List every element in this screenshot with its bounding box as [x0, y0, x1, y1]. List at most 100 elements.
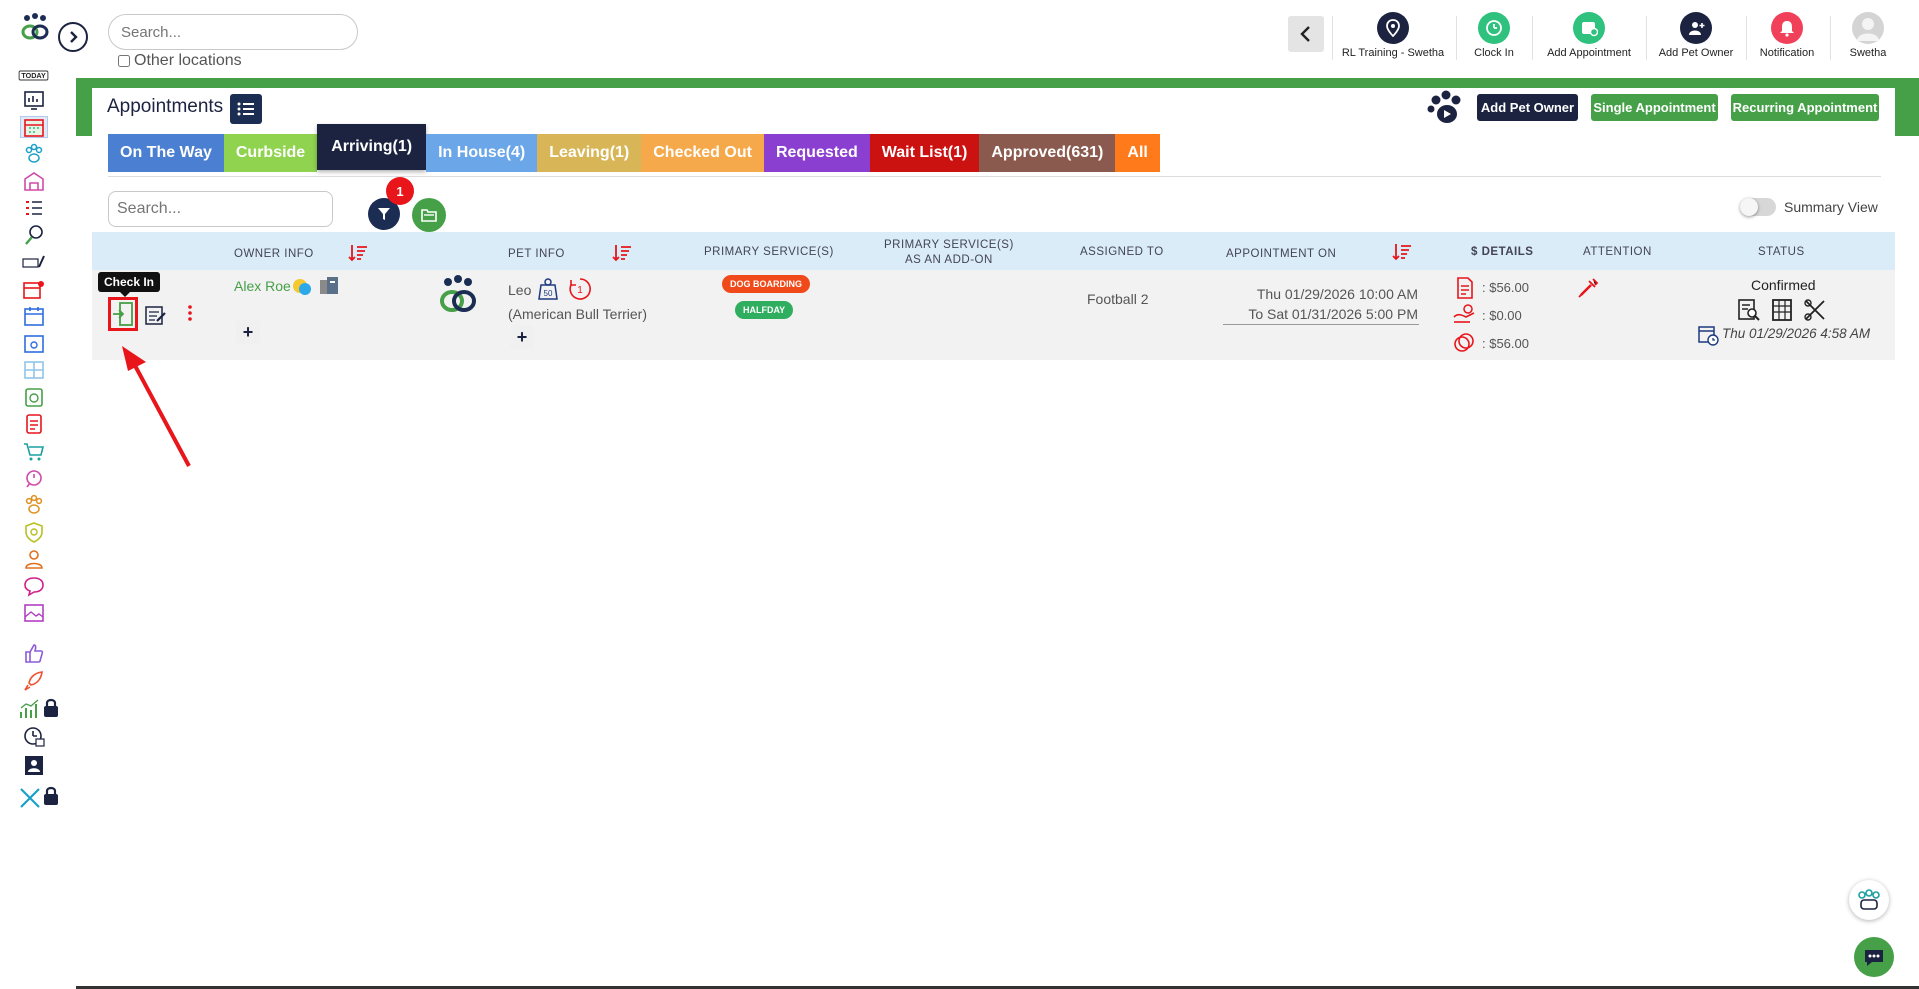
sidebar-item-shield[interactable]	[20, 521, 48, 543]
pet-name[interactable]: Leo	[508, 282, 531, 298]
service-badge-halfday: HALFDAY	[735, 301, 794, 319]
sidebar-item-kennels[interactable]	[20, 170, 48, 192]
sidebar-item-layout[interactable]	[20, 359, 48, 381]
sidebar-item-tools[interactable]	[16, 786, 44, 808]
logo-icon[interactable]	[18, 12, 52, 42]
pet-visits-count: 1	[577, 285, 583, 296]
sort-icon[interactable]	[348, 243, 368, 263]
sidebar-item-user[interactable]	[20, 548, 48, 570]
view-details-icon[interactable]	[1737, 298, 1761, 322]
tab-curbside[interactable]: Curbside	[223, 134, 318, 172]
list-icon	[237, 102, 254, 116]
sidebar-item-timer-alert[interactable]	[20, 467, 48, 489]
sidebar-item-today[interactable]: TODAY	[19, 64, 49, 86]
grooming-tools-icon[interactable]	[1803, 298, 1827, 322]
sidebar-item-grooming[interactable]	[20, 224, 48, 246]
edit-appointment-icon[interactable]	[143, 303, 167, 327]
appointment-start: Thu 01/29/2026 10:00 AM	[1256, 286, 1418, 302]
owner-name-link[interactable]: Alex Roe	[234, 278, 291, 294]
sidebar-item-today-daycare[interactable]	[20, 251, 48, 273]
calendar-clock-icon[interactable]	[1697, 324, 1719, 346]
detail-paid: : $0.00	[1482, 308, 1522, 323]
appointments-card	[92, 88, 1895, 989]
recurring-appointment-button[interactable]: Recurring Appointment	[1731, 94, 1879, 121]
invoice-icon[interactable]	[1455, 277, 1475, 299]
cart-icon	[24, 443, 45, 461]
other-locations-option[interactable]: Other locations	[118, 52, 242, 70]
summary-view-toggle[interactable]	[1740, 198, 1776, 216]
location-button[interactable]: RL Training - Swetha	[1340, 12, 1446, 64]
export-button[interactable]	[412, 198, 446, 232]
sort-icon[interactable]	[1392, 242, 1412, 262]
user-name: Swetha	[1849, 47, 1887, 59]
kennel-icon	[24, 172, 44, 191]
appointment-end: To Sat 01/31/2026 5:00 PM	[1248, 306, 1418, 322]
sidebar-item-paw-prints[interactable]	[20, 494, 48, 516]
clock-in-button[interactable]: Clock In	[1464, 12, 1524, 64]
sidebar-item-cart[interactable]	[20, 440, 48, 462]
sidebar-toggle-button[interactable]	[58, 22, 88, 52]
tab-wait-list-1[interactable]: Wait List(1)	[869, 134, 980, 172]
message-icon[interactable]	[292, 278, 312, 296]
pet-visits-icon[interactable]: 1	[568, 277, 592, 301]
sidebar-item-dashboard[interactable]	[20, 89, 48, 111]
clock-in-label: Clock In	[1474, 47, 1514, 59]
tab-approved-631[interactable]: Approved(631)	[979, 134, 1116, 172]
sidebar-item-schedule[interactable]	[20, 305, 48, 327]
balance-icon[interactable]	[1453, 332, 1475, 354]
chat-support-button[interactable]	[1854, 937, 1894, 977]
global-search-input[interactable]	[108, 14, 358, 50]
appointment-search-input[interactable]	[108, 191, 333, 227]
payment-icon[interactable]	[1452, 303, 1478, 325]
sidebar-item-timer[interactable]	[20, 386, 48, 408]
kennel-card-icon[interactable]	[1771, 298, 1793, 322]
more-options-icon[interactable]	[186, 304, 194, 322]
sidebar-item-analytics[interactable]	[16, 698, 44, 720]
tab-leaving-1[interactable]: Leaving(1)	[537, 134, 642, 172]
pet-weight-icon: 50	[537, 277, 559, 301]
sidebar-item-image[interactable]	[20, 602, 48, 624]
collapse-topbar-button[interactable]	[1288, 16, 1324, 52]
sidebar-item-chat[interactable]	[20, 575, 48, 597]
list-view-button[interactable]	[230, 94, 262, 124]
pet-assistant-button[interactable]	[1849, 880, 1889, 920]
column-status: STATUS	[1758, 246, 1805, 258]
pet-avatar-icon[interactable]	[436, 274, 480, 316]
documents-icon[interactable]	[318, 276, 340, 296]
addon-header-line-1: PRIMARY SERVICE(S)	[884, 239, 1014, 251]
notification-button[interactable]: Notification	[1754, 12, 1820, 64]
tab-checked-out[interactable]: Checked Out	[641, 134, 764, 172]
tab-all[interactable]: All	[1115, 134, 1160, 172]
sidebar-item-report-cards[interactable]	[20, 197, 48, 219]
add-pet-owner-button[interactable]: Add Pet Owner	[1477, 94, 1578, 121]
sidebar-item-rocket[interactable]	[20, 670, 48, 692]
chat-bubble-icon	[1865, 950, 1883, 966]
single-appointment-button[interactable]: Single Appointment	[1591, 94, 1718, 121]
tab-arriving-1[interactable]: Arriving(1)	[317, 124, 427, 170]
tab-in-house-4[interactable]: In House(4)	[426, 134, 538, 172]
add-owner-note-button[interactable]: +	[236, 320, 260, 344]
check-in-icon[interactable]	[112, 301, 134, 327]
tab-requested[interactable]: Requested	[763, 134, 870, 172]
sidebar-item-calendar-user[interactable]	[20, 332, 48, 354]
sidebar-item-calendar[interactable]	[20, 116, 48, 138]
add-appointment-button[interactable]: Add Appointment	[1540, 12, 1638, 64]
vaccination-icon[interactable]	[1578, 276, 1600, 298]
notification-label: Notification	[1759, 47, 1815, 59]
sidebar-item-forms[interactable]	[20, 413, 48, 435]
user-menu[interactable]: Swetha	[1838, 12, 1898, 64]
other-locations-checkbox[interactable]	[118, 55, 130, 67]
add-pet-owner-top-button[interactable]: Add Pet Owner	[1654, 12, 1738, 64]
add-pet-note-button[interactable]: +	[510, 325, 534, 349]
sidebar-item-thumbs-up[interactable]	[20, 642, 48, 664]
paw-video-icon[interactable]	[1426, 88, 1466, 126]
sidebar-item-calendar-alert[interactable]	[20, 278, 48, 300]
schedule-icon	[24, 307, 44, 326]
sort-icon[interactable]	[612, 243, 632, 263]
tab-on-the-way[interactable]: On The Way	[108, 134, 224, 172]
stopwatch-icon	[26, 470, 42, 488]
sidebar-item-clock-report[interactable]	[20, 726, 48, 748]
sidebar-item-pets[interactable]	[20, 143, 48, 165]
sidebar-item-badge-user[interactable]	[20, 754, 48, 776]
shield-icon	[25, 522, 43, 543]
